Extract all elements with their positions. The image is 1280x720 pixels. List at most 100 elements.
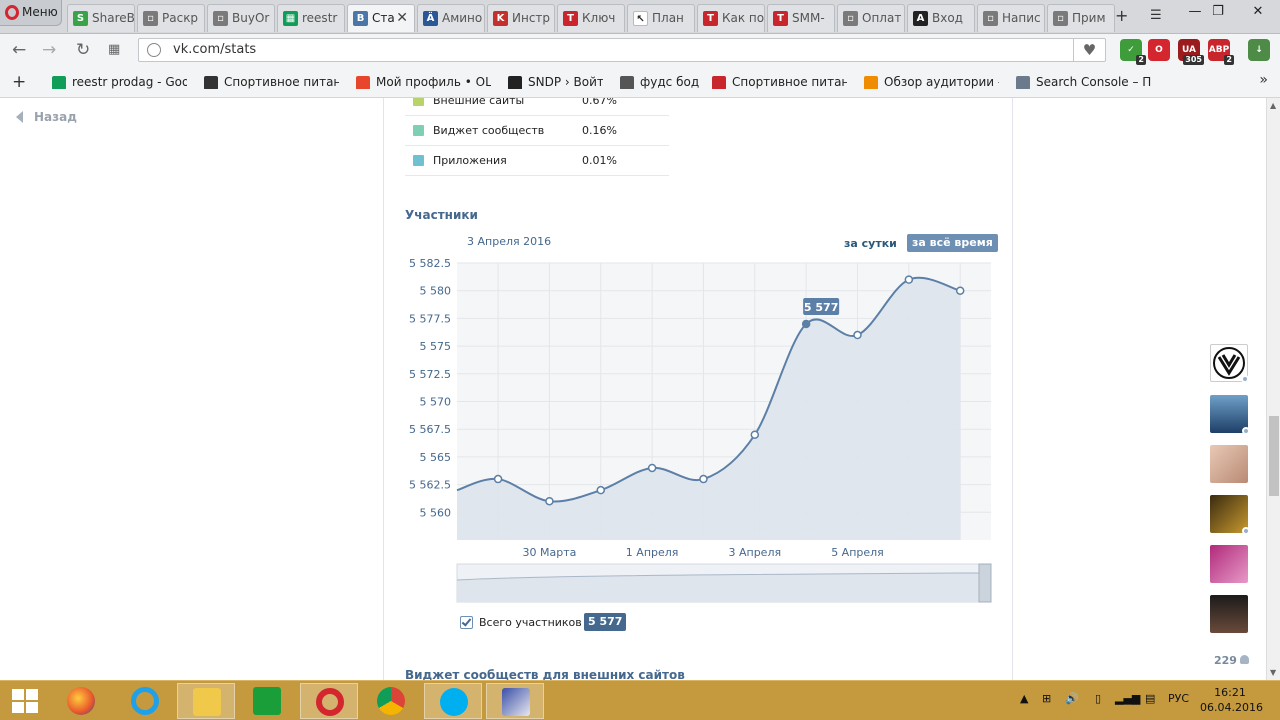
- language-indicator[interactable]: РУС: [1168, 692, 1189, 705]
- friend-avatar[interactable]: [1210, 395, 1250, 435]
- browser-tab[interactable]: T Ключ: [557, 4, 625, 32]
- browser-tab[interactable]: T SMM-: [767, 4, 835, 32]
- bookmark-favicon-icon: [52, 76, 66, 89]
- scroll-up-icon[interactable]: ▲: [1270, 101, 1276, 110]
- page-scrollbar[interactable]: ▲ ▼: [1266, 98, 1280, 680]
- tab-menu-icon[interactable]: ☰: [1150, 4, 1162, 28]
- browser-tab[interactable]: T Как по: [697, 4, 765, 32]
- close-tab-icon[interactable]: ✕: [396, 5, 408, 31]
- shield-extension-icon[interactable]: ✓ 2: [1120, 39, 1146, 65]
- bookmark-favicon-icon: [712, 76, 726, 89]
- friend-avatar[interactable]: [1210, 495, 1250, 535]
- browser-tab[interactable]: ▫ BuyOr: [207, 4, 275, 32]
- source-color-swatch: [413, 98, 424, 106]
- legend-checkbox[interactable]: [460, 616, 473, 629]
- bookmark-item[interactable]: Спортивное питание: [712, 75, 847, 89]
- friend-avatar[interactable]: [1210, 595, 1248, 633]
- period-day-link[interactable]: за сутки: [844, 237, 897, 250]
- browser-tab[interactable]: B Ста ✕: [347, 4, 415, 32]
- windows-start-button[interactable]: [12, 689, 38, 713]
- ua-extension-icon[interactable]: UA 305: [1178, 39, 1204, 65]
- browser-tab[interactable]: ↖ План: [627, 4, 695, 32]
- period-all-button[interactable]: за всё время: [907, 234, 998, 252]
- tab-favicon-icon: T: [773, 11, 788, 26]
- extension-glyph: ↓: [1255, 45, 1263, 55]
- extension-glyph: ABP: [1208, 45, 1230, 55]
- data-point: [904, 275, 914, 284]
- friend-avatar[interactable]: [1210, 545, 1248, 583]
- browser-tab[interactable]: Ä Амино: [417, 4, 485, 32]
- extension-badge: 305: [1183, 55, 1204, 65]
- add-bookmark-icon[interactable]: +: [12, 72, 26, 92]
- volume-icon[interactable]: 🔊: [1065, 692, 1079, 705]
- extension-glyph: ✓: [1127, 45, 1135, 55]
- chrome-taskbar-icon[interactable]: [362, 683, 420, 719]
- signal-icon[interactable]: ▂▄▆: [1115, 692, 1140, 705]
- new-tab-button[interactable]: +: [1115, 4, 1128, 28]
- windows-tray-icon[interactable]: ⊞: [1042, 692, 1051, 705]
- browser-tab[interactable]: A Вход: [907, 4, 975, 32]
- bookmark-item[interactable]: SNDP › Войти: [508, 75, 603, 89]
- extension-badge: 2: [1224, 55, 1234, 65]
- abp-extension-icon[interactable]: ABP 2: [1208, 39, 1234, 65]
- store-taskbar-icon[interactable]: [238, 683, 296, 719]
- forward-arrow-icon[interactable]: →: [42, 40, 56, 60]
- browser-tab[interactable]: S ShareB: [67, 4, 135, 32]
- battery-icon[interactable]: ▯: [1095, 692, 1101, 705]
- bookmark-item[interactable]: Обзор аудитории - G: [864, 75, 999, 89]
- opera-menu-button[interactable]: Меню: [0, 0, 62, 26]
- traffic-source-row: Виджет сообществ 0.16%: [405, 116, 669, 146]
- app-taskbar-icon[interactable]: [486, 683, 544, 719]
- skype-taskbar-icon[interactable]: [424, 683, 482, 719]
- back-arrow-icon[interactable]: ←: [12, 40, 26, 60]
- tab-favicon-icon: ▫: [983, 11, 998, 26]
- bookmark-heart-icon[interactable]: ♥: [1073, 38, 1105, 62]
- site-info-icon[interactable]: [147, 43, 161, 57]
- browser-tab[interactable]: ▫ Оплат: [837, 4, 905, 32]
- explorer-taskbar-icon[interactable]: [177, 683, 235, 719]
- bookmark-item[interactable]: Мой профиль • OLX: [356, 75, 491, 89]
- bookmark-label: Мой профиль • OLX: [376, 75, 491, 89]
- bookmark-item[interactable]: reestr prodag - Goog: [52, 75, 187, 89]
- firefox-taskbar-icon[interactable]: [52, 683, 110, 719]
- bookmark-item[interactable]: Search Console – Пан: [1016, 75, 1151, 89]
- close-window-button[interactable]: ✕: [1238, 0, 1278, 24]
- tray-expand-icon[interactable]: ▲: [1020, 692, 1028, 705]
- y-tick-label: 5 580: [420, 285, 452, 298]
- tab-favicon-icon: ▫: [143, 11, 158, 26]
- chart-date-label: 3 Апреля 2016: [467, 235, 552, 248]
- bookmark-item[interactable]: Спортивное питание: [204, 75, 339, 89]
- bookmark-label: фудс боди: [640, 75, 700, 89]
- scroll-down-icon[interactable]: ▼: [1270, 668, 1276, 677]
- legend-value-badge: 5 577: [584, 613, 627, 631]
- browser-tab[interactable]: ▫ Прим: [1047, 4, 1115, 32]
- reload-icon[interactable]: ↻: [76, 40, 90, 60]
- online-indicator: [1241, 375, 1249, 383]
- opera-extension-icon[interactable]: O: [1148, 39, 1170, 61]
- system-clock[interactable]: 16:21 06.04.2016: [1200, 685, 1263, 715]
- more-bookmarks-icon[interactable]: »: [1259, 72, 1268, 88]
- browser-tab[interactable]: ▫ Напис: [977, 4, 1045, 32]
- friend-avatar[interactable]: [1210, 445, 1248, 483]
- speed-dial-icon[interactable]: ▦: [108, 40, 120, 60]
- friends-count[interactable]: 229: [1214, 654, 1249, 667]
- bookmark-item[interactable]: фудс боди: [620, 75, 700, 89]
- browser-tab[interactable]: ▫ Раскр: [137, 4, 205, 32]
- maximize-button[interactable]: ❐: [1198, 0, 1238, 24]
- browser-tab[interactable]: ▦ reestr: [277, 4, 345, 32]
- scrollbar-thumb[interactable]: [1269, 416, 1279, 496]
- y-tick-label: 5 582.5: [409, 257, 451, 270]
- person-icon: [1239, 655, 1249, 664]
- download-extension-icon[interactable]: ↓: [1248, 39, 1270, 61]
- address-field[interactable]: vk.com/stats ♥: [138, 38, 1106, 62]
- back-link[interactable]: Назад: [16, 110, 77, 124]
- tab-favicon-icon: Ä: [423, 11, 438, 26]
- source-label: Внешние сайты: [433, 98, 525, 107]
- keyboard-icon[interactable]: ▤: [1145, 692, 1155, 705]
- tab-favicon-icon: T: [703, 11, 718, 26]
- tab-label: Прим: [1072, 11, 1106, 25]
- ie-taskbar-icon[interactable]: [116, 683, 174, 719]
- opera-taskbar-icon[interactable]: [300, 683, 358, 719]
- friend-avatar[interactable]: [1210, 344, 1249, 383]
- browser-tab[interactable]: K Инстр: [487, 4, 555, 32]
